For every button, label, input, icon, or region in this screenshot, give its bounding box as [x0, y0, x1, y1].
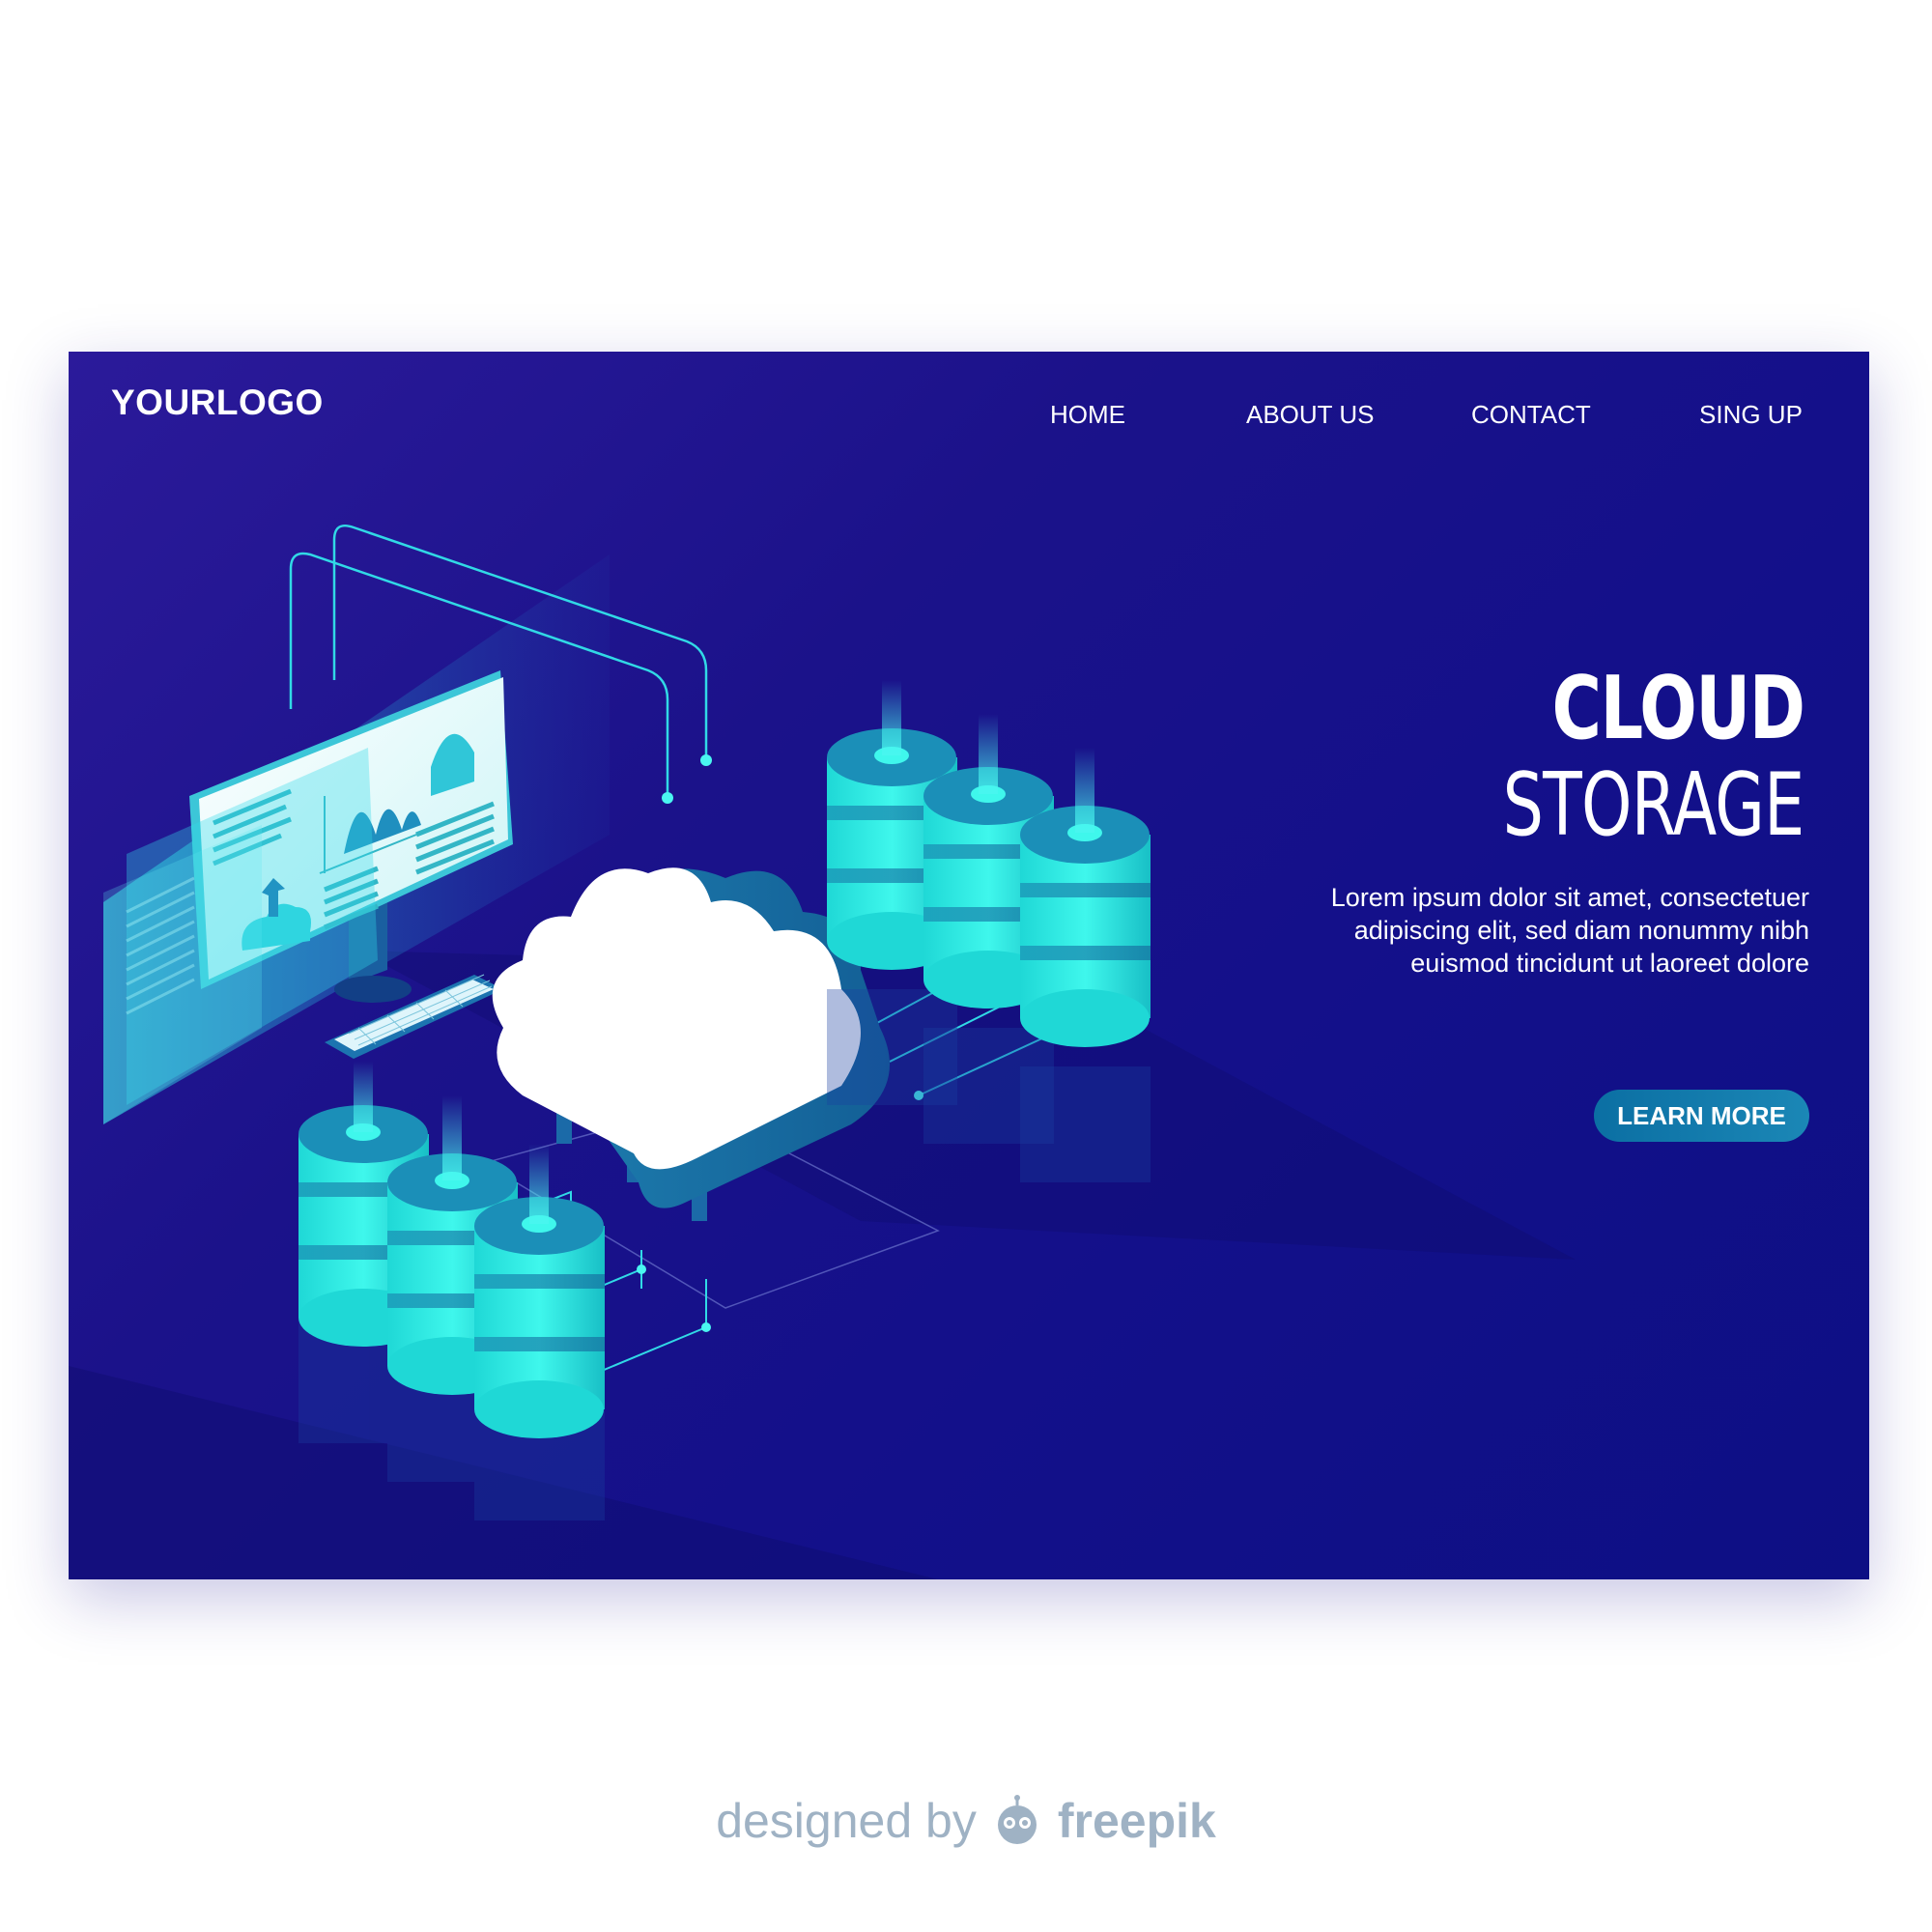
learn-more-button[interactable]: LEARN MORE	[1594, 1090, 1809, 1142]
hero-title-line1: CLOUD	[1551, 658, 1804, 759]
hero-title: CLOUD STORAGE	[1397, 661, 1804, 854]
nav-contact[interactable]: CONTACT	[1471, 400, 1591, 430]
credit-line: designed by freepik	[0, 1787, 1932, 1855]
credit-brand[interactable]: freepik	[1058, 1793, 1216, 1849]
freepik-mascot-icon	[997, 1795, 1037, 1844]
main-nav: HOME ABOUT US CONTACT SING UP	[69, 400, 1869, 439]
nav-home[interactable]: HOME	[1050, 400, 1125, 430]
credit-prefix: designed by	[716, 1794, 977, 1848]
nav-sign-up[interactable]: SING UP	[1699, 400, 1803, 430]
nav-about-us[interactable]: ABOUT US	[1246, 400, 1374, 430]
hero-description: Lorem ipsum dolor sit amet, consectetuer…	[1210, 881, 1809, 980]
hero-description-line: euismod tincidunt ut laoreet dolore	[1410, 949, 1809, 978]
landing-page-card: YOURLOGO HOME ABOUT US CONTACT SING UP C…	[69, 352, 1869, 1579]
hero-title-line2: STORAGE	[1502, 754, 1804, 856]
hero-description-line: Lorem ipsum dolor sit amet, consectetuer	[1330, 883, 1809, 912]
hero-description-line: adipiscing elit, sed diam nonummy nibh	[1353, 916, 1809, 945]
